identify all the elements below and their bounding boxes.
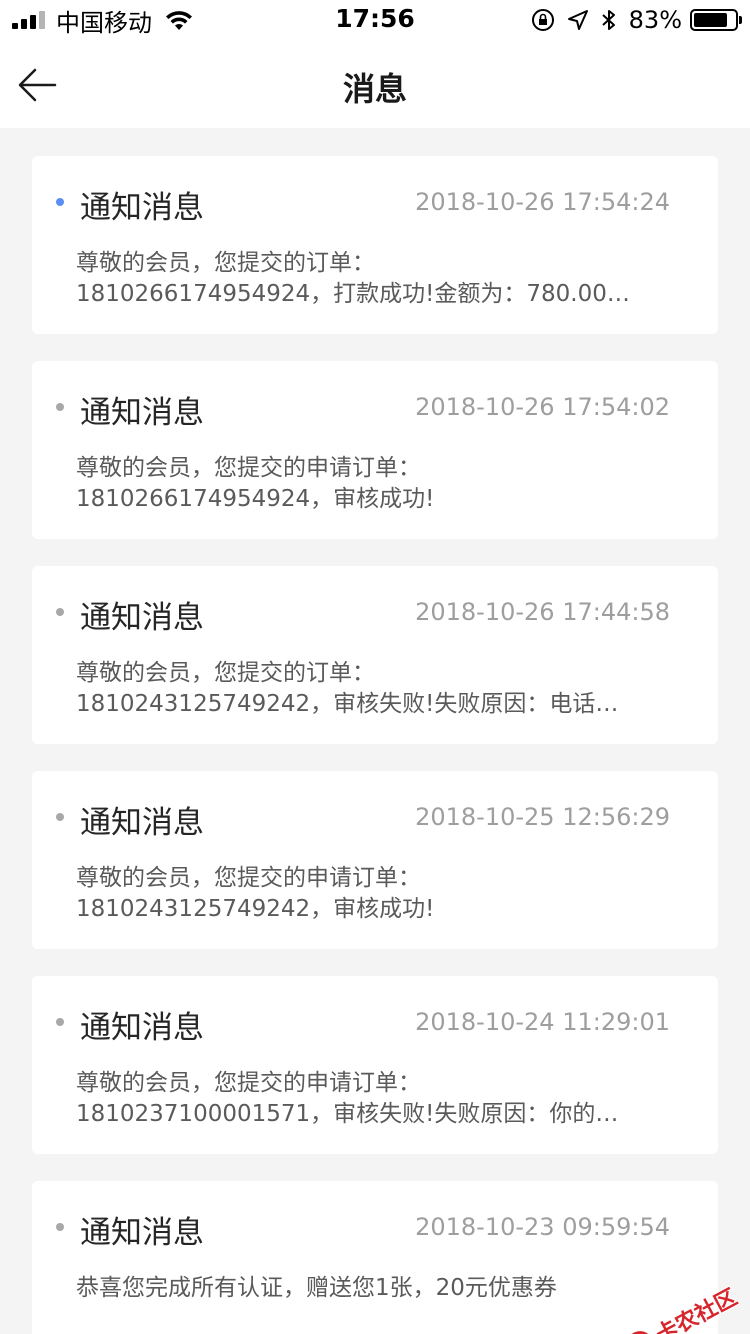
- message-body: 尊敬的会员，您提交的申请订单： 1810237100001571，审核失败!失败…: [76, 1068, 676, 1130]
- message-time: 2018-10-26 17:54:24: [415, 188, 670, 216]
- battery-percent: 83%: [628, 6, 682, 34]
- message-title: 通知消息: [80, 1215, 204, 1251]
- status-bar-right: 83%: [531, 6, 742, 34]
- message-title: 通知消息: [80, 190, 204, 226]
- message-list: 通知消息 2018-10-26 17:54:24 尊敬的会员，您提交的订单： 1…: [32, 156, 718, 1334]
- read-dot: [56, 1018, 64, 1026]
- message-time: 2018-10-24 11:29:01: [415, 1008, 670, 1036]
- message-body-line: 尊敬的会员，您提交的申请订单：: [76, 865, 421, 891]
- message-title: 通知消息: [80, 1010, 204, 1046]
- message-body: 尊敬的会员，您提交的订单： 1810266174954924，打款成功!金额为：…: [76, 248, 676, 310]
- location-icon: [567, 10, 588, 30]
- message-title: 通知消息: [80, 600, 204, 636]
- message-card[interactable]: 通知消息 2018-10-26 17:54:24 尊敬的会员，您提交的订单： 1…: [32, 156, 718, 334]
- message-card[interactable]: 通知消息 2018-10-25 12:56:29 尊敬的会员，您提交的申请订单：…: [32, 771, 718, 949]
- message-time: 2018-10-25 12:56:29: [415, 803, 670, 831]
- message-card[interactable]: 通知消息 2018-10-24 11:29:01 尊敬的会员，您提交的申请订单：…: [32, 976, 718, 1154]
- status-bar: 中国移动 17:56 83%: [0, 0, 750, 40]
- message-time: 2018-10-26 17:44:58: [415, 598, 670, 626]
- message-body-line: 1810266174954924，审核成功!: [76, 486, 435, 512]
- message-body-line: 尊敬的会员，您提交的申请订单：: [76, 455, 421, 481]
- read-dot: [56, 403, 64, 411]
- message-card[interactable]: 通知消息 2018-10-26 17:54:02 尊敬的会员，您提交的申请订单：…: [32, 361, 718, 539]
- read-dot: [56, 813, 64, 821]
- message-time: 2018-10-26 17:54:02: [415, 393, 670, 421]
- message-time: 2018-10-23 09:59:54: [415, 1213, 670, 1241]
- message-body-line: 恭喜您完成所有认证，赠送您1张，20元优惠券: [76, 1275, 557, 1301]
- page-title: 消息: [342, 70, 407, 108]
- message-body: 尊敬的会员，您提交的订单： 1810243125749242，审核失败!失败原因…: [76, 658, 676, 720]
- orientation-lock-icon: [531, 9, 554, 31]
- message-body: 尊敬的会员，您提交的申请订单： 1810243125749242，审核成功!: [76, 863, 676, 925]
- read-dot: [56, 1223, 64, 1231]
- message-body: 尊敬的会员，您提交的申请订单： 1810266174954924，审核成功!: [76, 453, 676, 515]
- battery-icon: [690, 9, 742, 31]
- message-body-line: 1810237100001571，审核失败!失败原因：你的…: [76, 1101, 619, 1127]
- read-dot: [56, 608, 64, 616]
- message-body-line: 1810243125749242，审核成功!: [76, 896, 435, 922]
- message-card[interactable]: 通知消息 2018-10-23 09:59:54 恭喜您完成所有认证，赠送您1张…: [32, 1181, 718, 1334]
- message-body: 恭喜您完成所有认证，赠送您1张，20元优惠券: [76, 1273, 676, 1304]
- message-title: 通知消息: [80, 395, 204, 431]
- unread-dot: [56, 198, 64, 206]
- message-title: 通知消息: [80, 805, 204, 841]
- message-card[interactable]: 通知消息 2018-10-26 17:44:58 尊敬的会员，您提交的订单： 1…: [32, 566, 718, 744]
- nav-bar: 消息: [0, 40, 750, 128]
- bluetooth-icon: [601, 10, 615, 30]
- message-body-line: 尊敬的会员，您提交的订单：: [76, 660, 375, 686]
- message-body-line: 1810243125749242，审核失败!失败原因：电话…: [76, 691, 619, 717]
- message-body-line: 1810266174954924，打款成功!金额为：780.00…: [76, 281, 630, 307]
- message-body-line: 尊敬的会员，您提交的申请订单：: [76, 1070, 421, 1096]
- messages-screen: 中国移动 17:56 83% 消息 通知消息 2018-10-26 17:54:…: [0, 0, 750, 1334]
- battery-level-fill: [694, 13, 728, 27]
- message-body-line: 尊敬的会员，您提交的订单：: [76, 250, 375, 276]
